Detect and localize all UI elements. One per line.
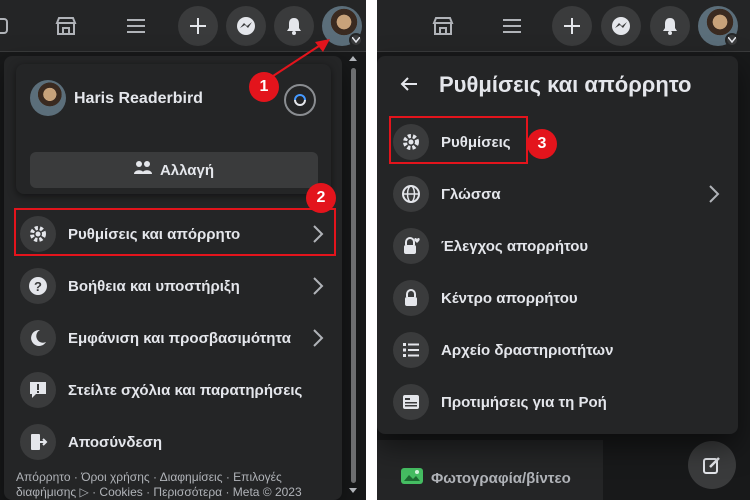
menu-item-label: Γλώσσα [441,185,501,203]
chevron-down-icon [349,33,363,47]
menu-title: Ρυθμίσεις και απόρρητο [439,72,692,97]
profile-name: Haris Readerbird [74,90,203,107]
menu-item-privacy-checkup[interactable]: Έλεγχος απορρήτου [385,220,730,272]
chevron-right-icon [312,328,324,353]
new-message-button[interactable] [688,441,736,489]
chevron-right-icon [312,276,324,301]
chevron-right-icon [708,184,720,209]
help-icon: ? [20,268,56,304]
step-badge-3: 3 [527,129,557,159]
menu-item-log-out[interactable]: Αποσύνδεση [12,416,334,468]
marketplace-icon[interactable] [46,6,86,46]
settings-privacy-menu: Ρυθμίσεις και απόρρητο Ρυθμίσεις Γλώσσα … [377,56,738,434]
svg-text:?: ? [34,279,42,294]
menu-item-label: Προτιμήσεις για τη Ροή [441,393,607,411]
lock-icon [393,280,429,316]
people-switch-icon [133,160,152,181]
top-nav-bar [377,0,750,52]
footer-line[interactable]: Απόρρητο · Όροι χρήσης · Διαφημίσεις · Ε… [16,470,336,485]
panel-divider [366,0,377,500]
left-screenshot: Haris Readerbird Αλλαγή Ρυθμίσεις και απ… [0,0,366,500]
menu-item-label: Κέντρο απορρήτου [441,289,578,307]
menu-item-language[interactable]: Γλώσσα [385,168,730,220]
step-badge-2: 2 [306,183,336,213]
highlight-box-settings [389,116,528,164]
profile-avatar [30,80,66,116]
globe-icon [393,176,429,212]
create-button[interactable] [552,6,592,46]
notifications-button[interactable] [650,6,690,46]
menu-header: Ρυθμίσεις και απόρρητο [377,64,738,108]
photo-video-button[interactable]: Φωτογραφία/βίντεο [401,466,571,491]
list-icon [393,332,429,368]
back-arrow-icon[interactable] [399,76,419,97]
footer-links[interactable]: Απόρρητο · Όροι χρήσης · Διαφημίσεις · Ε… [16,470,336,500]
scroll-down-arrow[interactable] [349,488,357,493]
photo-icon [401,466,423,491]
menu-icon[interactable] [116,6,156,46]
right-screenshot: Φωτογραφία/βίντεο Ρυθμίσεις και απόρρητο… [377,0,750,500]
photo-video-label: Φωτογραφία/βίντεο [431,470,571,487]
highlight-box-settings-privacy [14,208,336,256]
switch-profile-button[interactable]: Αλλαγή [30,152,318,188]
moon-icon [20,320,56,356]
menu-item-label: Εμφάνιση και προσβασιμότητα [68,329,291,347]
lock-heart-icon [393,228,429,264]
menu-item-label: Αρχείο δραστηριοτήτων [441,341,614,359]
messenger-button[interactable] [601,6,641,46]
chevron-down-icon [725,33,739,47]
menu-item-label: Αποσύνδεση [68,433,163,451]
feed-icon [393,384,429,420]
menu-item-label: Βοήθεια και υποστήριξη [68,277,240,295]
scroll-up-arrow[interactable] [349,56,357,61]
compose-icon [703,457,720,474]
feedback-icon [20,372,56,408]
footer-line[interactable]: διαφήμισης ▷ · Cookies · Περισσότερα · M… [16,485,336,500]
marketplace-icon[interactable] [423,6,463,46]
menu-icon[interactable] [492,6,532,46]
create-button[interactable] [178,6,218,46]
switch-label: Αλλαγή [159,161,215,179]
menu-item-label: Στείλτε σχόλια και παρατηρήσεις [68,381,303,399]
menu-item-feed-preferences[interactable]: Προτιμήσεις για τη Ροή [385,376,730,428]
menu-item-give-feedback[interactable]: Στείλτε σχόλια και παρατηρήσεις [12,364,334,416]
menu-item-privacy-center[interactable]: Κέντρο απορρήτου [385,272,730,324]
annotation-arrow [269,39,330,79]
account-menu: Haris Readerbird Αλλαγή Ρυθμίσεις και απ… [4,56,342,500]
menu-item-help-support[interactable]: ? Βοήθεια και υποστήριξη [12,260,334,312]
menu-item-label: Έλεγχος απορρήτου [441,237,589,255]
menu-item-activity-log[interactable]: Αρχείο δραστηριοτήτων [385,324,730,376]
logout-icon [20,424,56,460]
scrollbar[interactable] [351,68,356,483]
watch-icon[interactable] [0,6,18,46]
menu-item-display-accessibility[interactable]: Εμφάνιση και προσβασιμότητα [12,312,334,364]
